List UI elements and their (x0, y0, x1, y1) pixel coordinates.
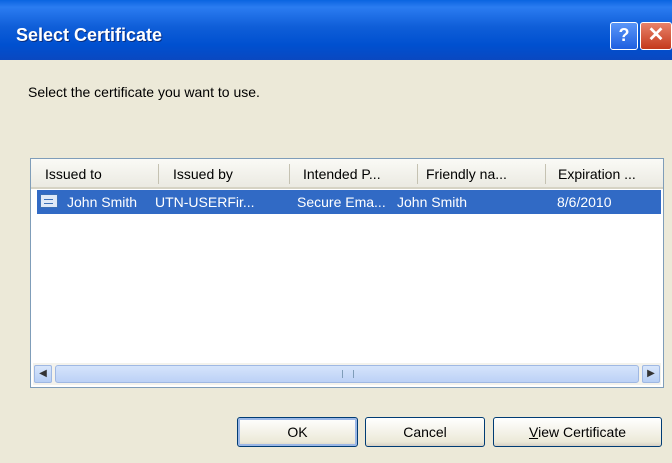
cancel-button[interactable]: Cancel (365, 417, 485, 447)
scroll-left-button[interactable]: ◀ (34, 365, 52, 383)
column-separator[interactable] (289, 164, 290, 184)
column-separator[interactable] (158, 164, 159, 184)
column-header-issued-to[interactable]: Issued to (45, 159, 157, 187)
instruction-text: Select the certificate you want to use. (28, 84, 260, 100)
column-header-issued-by[interactable]: Issued by (173, 159, 283, 187)
horizontal-scrollbar[interactable]: ◀ ▶ (33, 363, 661, 385)
help-button[interactable]: ? (610, 22, 638, 50)
ok-button[interactable]: OK (237, 417, 358, 447)
title-bar[interactable]: Select Certificate ? ✕ (0, 0, 672, 60)
view-certificate-button[interactable]: View Certificate (493, 417, 662, 447)
cell-issued-to: John Smith (67, 194, 138, 210)
dialog-title: Select Certificate (16, 25, 163, 45)
scrollbar-grip-icon (342, 370, 354, 378)
cell-expiration: 8/6/2010 (557, 194, 612, 210)
column-separator[interactable] (545, 164, 546, 184)
scroll-right-icon: ▶ (647, 368, 655, 379)
column-header-intended-purposes[interactable]: Intended P... (303, 159, 411, 187)
certificate-list[interactable]: Issued to Issued by Intended P... Friend… (30, 158, 664, 388)
view-certificate-accesskey: V (528, 424, 539, 440)
close-button[interactable]: ✕ (640, 22, 672, 50)
cell-issued-by: UTN-USERFir... (155, 194, 255, 210)
help-icon: ? (618, 25, 630, 45)
scrollbar-thumb[interactable] (55, 365, 639, 383)
certificate-icon (40, 194, 58, 208)
list-header: Issued to Issued by Intended P... Friend… (31, 159, 663, 189)
view-certificate-label: iew Certificate (538, 424, 626, 440)
column-header-friendly-name[interactable]: Friendly na... (426, 159, 538, 187)
cell-friendly-name: John Smith (397, 194, 468, 210)
select-certificate-dialog: Select Certificate ? ✕ Select the certif… (0, 0, 672, 463)
column-header-expiration[interactable]: Expiration ... (558, 159, 662, 187)
cell-intended-purposes: Secure Ema... (297, 194, 386, 210)
close-icon: ✕ (647, 24, 665, 46)
scroll-right-button[interactable]: ▶ (642, 365, 660, 383)
column-separator[interactable] (417, 164, 418, 184)
scroll-left-icon: ◀ (39, 368, 47, 379)
